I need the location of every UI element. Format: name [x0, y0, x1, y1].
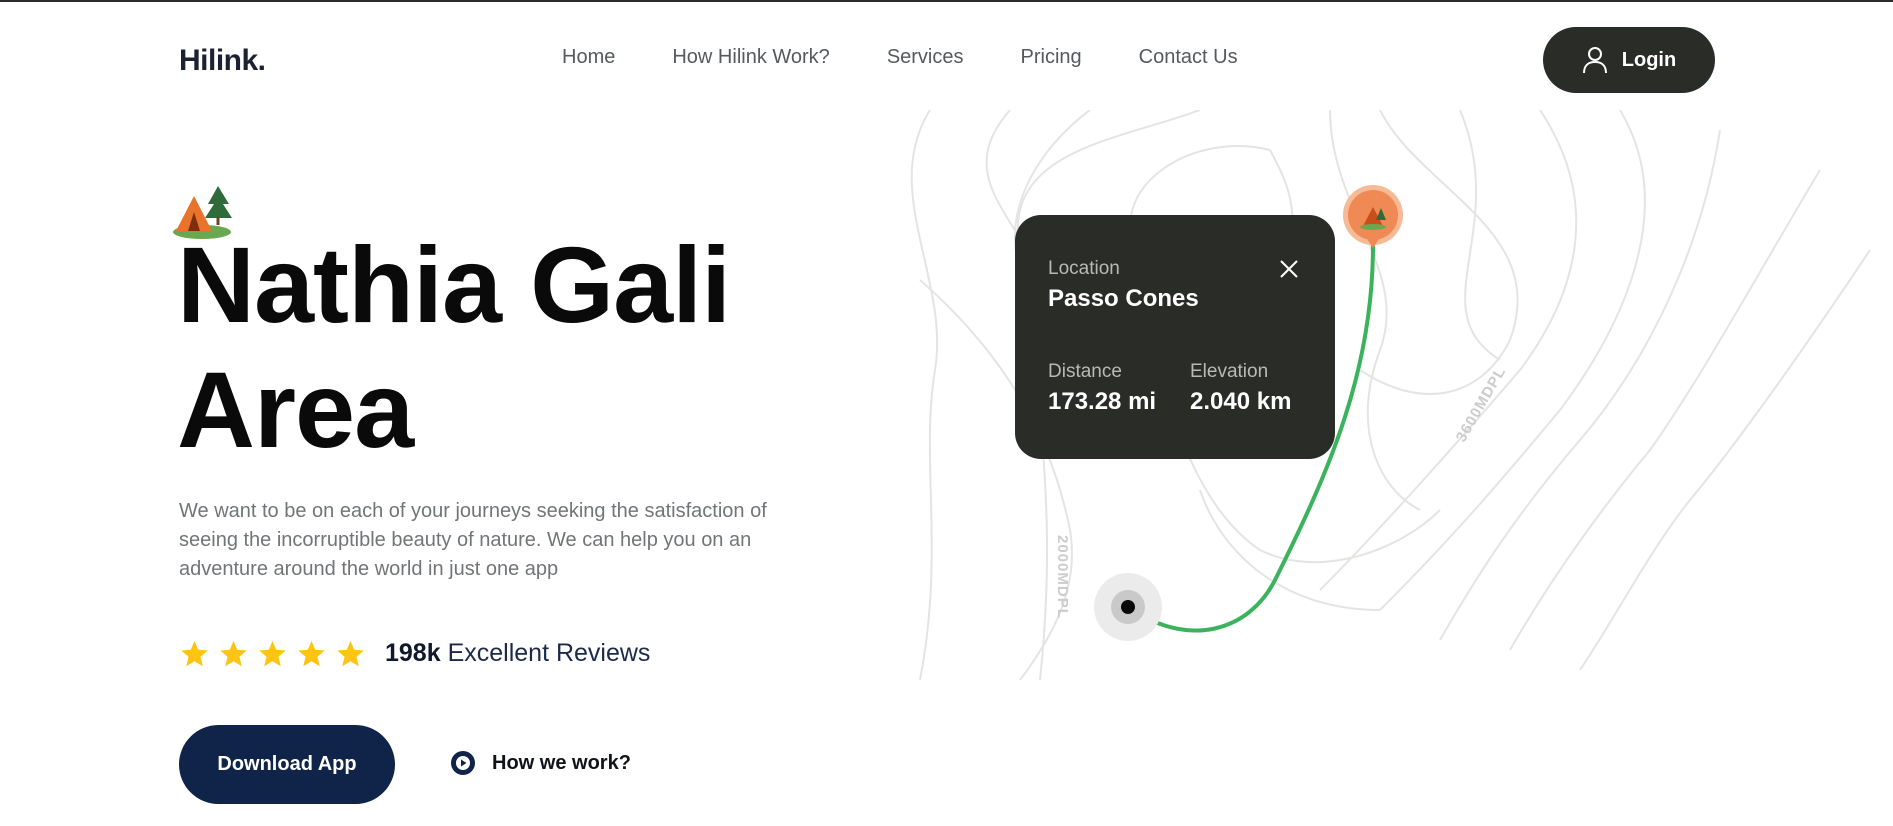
top-border	[0, 0, 1893, 2]
contour-label-2000: 2000MDPL	[1054, 535, 1071, 619]
login-button[interactable]: Login	[1543, 27, 1715, 93]
destination-pin[interactable]	[1343, 185, 1403, 248]
elevation-label: Elevation	[1190, 361, 1269, 382]
user-icon	[1582, 47, 1607, 74]
star-icon	[220, 640, 247, 667]
nav-services[interactable]: Services	[887, 46, 964, 69]
start-point-marker[interactable]	[1094, 573, 1162, 641]
reviews-summary: 198k Excellent Reviews	[385, 639, 650, 668]
location-value: Passo Cones	[1048, 285, 1199, 312]
star-icon	[337, 640, 364, 667]
reviews-count: 198k	[385, 639, 441, 667]
login-label: Login	[1621, 48, 1677, 71]
hero-description: We want to be on each of your journeys s…	[179, 500, 767, 580]
close-icon[interactable]	[1277, 257, 1301, 281]
nav-home[interactable]: Home	[562, 46, 615, 69]
brand-logo[interactable]: Hilink.	[179, 44, 266, 78]
star-icon	[181, 640, 208, 667]
nav-contact[interactable]: Contact Us	[1139, 46, 1238, 69]
hero-title-line2: Area	[177, 349, 414, 470]
nav-pricing[interactable]: Pricing	[1021, 46, 1082, 69]
reviews-label: Excellent Reviews	[447, 639, 651, 667]
main-nav: Home How Hilink Work? Services Pricing C…	[562, 46, 1295, 69]
elevation-value: 2.040 km	[1190, 388, 1292, 415]
hero-title-line1: Nathia Gali	[177, 224, 731, 345]
location-label: Location	[1048, 258, 1120, 279]
star-icon	[259, 640, 286, 667]
distance-label: Distance	[1048, 361, 1122, 382]
hero-title: Nathia Gali Area	[177, 222, 857, 472]
download-app-button[interactable]: Download App	[179, 725, 395, 804]
how-we-work-label: How we work?	[492, 751, 631, 774]
rating-stars	[179, 639, 366, 669]
location-card: Location Passo Cones Distance 173.28 mi …	[1015, 215, 1335, 459]
play-icon	[451, 751, 475, 775]
distance-value: 173.28 mi	[1048, 388, 1157, 415]
star-icon	[298, 640, 325, 667]
how-we-work-link[interactable]: How we work?	[450, 750, 631, 776]
nav-how-it-works[interactable]: How Hilink Work?	[672, 46, 829, 69]
